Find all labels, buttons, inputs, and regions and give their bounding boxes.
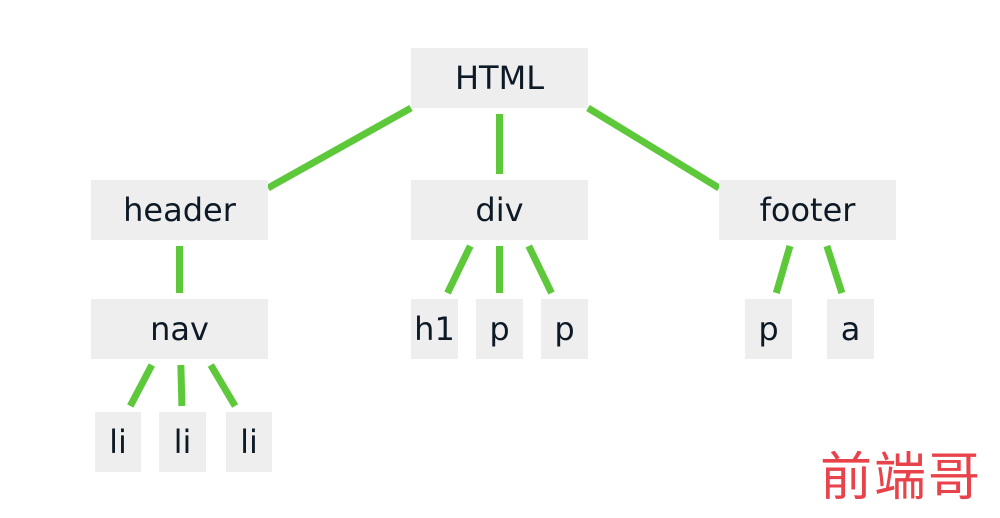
node-li: li — [95, 412, 141, 472]
edge-div-p2 — [525, 244, 555, 295]
node-footer: footer — [719, 180, 896, 240]
node-a: a — [827, 299, 874, 359]
edge-nav-li1 — [127, 363, 155, 408]
node-header: header — [91, 180, 268, 240]
node-p: p — [541, 299, 588, 359]
node-p: p — [745, 299, 792, 359]
node-li: li — [159, 412, 206, 472]
node-div: div — [411, 180, 588, 240]
node-h1: h1 — [411, 299, 458, 359]
edge-html-header — [266, 104, 413, 192]
edge-nav-li3 — [207, 363, 239, 408]
edge-footer-p3 — [772, 245, 794, 294]
node-p: p — [476, 299, 523, 359]
watermark-text: 前端哥 — [819, 448, 982, 508]
node-nav: nav — [91, 299, 268, 359]
node-li: li — [226, 412, 272, 472]
edge-html-footer — [586, 105, 721, 191]
edge-nav-li2 — [177, 364, 186, 407]
edge-div-h1 — [444, 244, 474, 295]
edge-footer-a — [823, 244, 846, 295]
node-html: HTML — [411, 48, 588, 108]
